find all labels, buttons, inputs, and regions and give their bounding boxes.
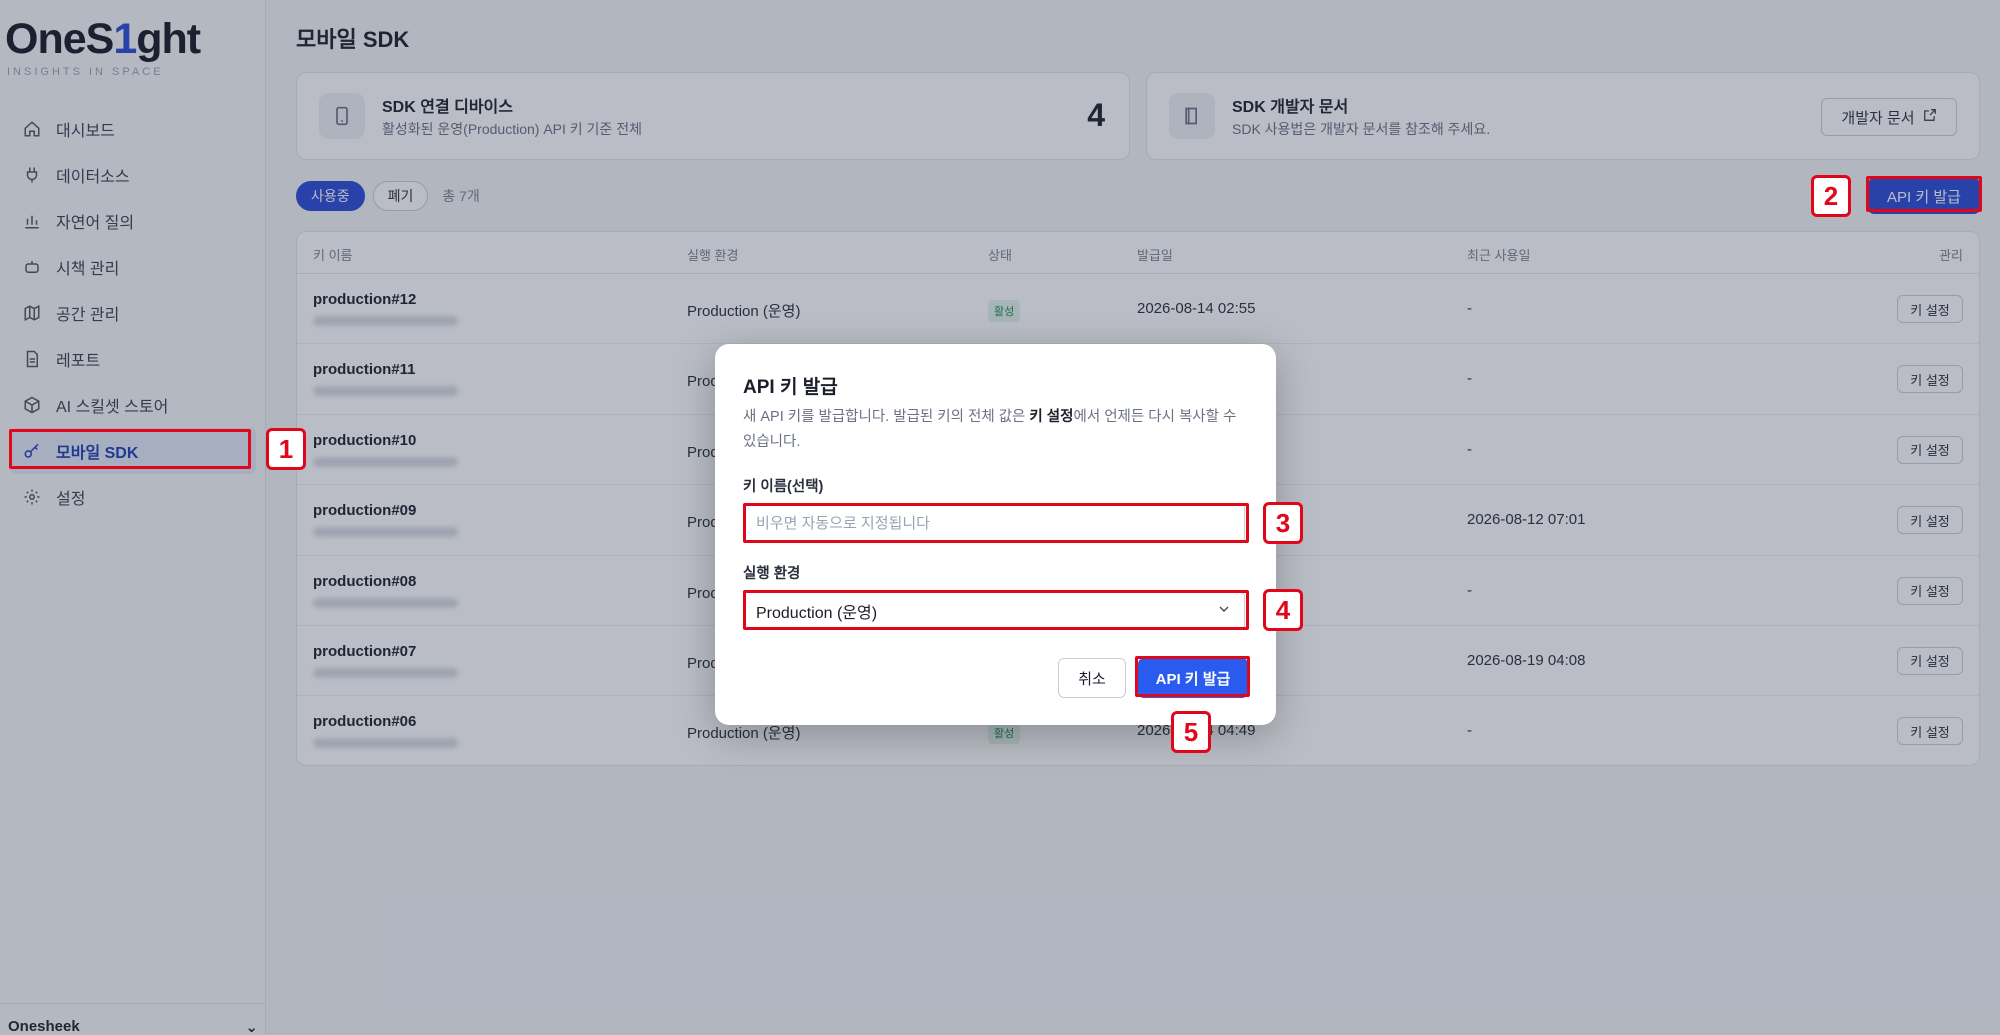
- env-select-value: Production (운영): [756, 605, 878, 622]
- chevron-down-icon: [1216, 601, 1232, 622]
- annotation-badge-2: 2: [1811, 175, 1851, 217]
- annotation-badge-3: 3: [1263, 502, 1303, 544]
- submit-issue-button[interactable]: API 키 발급: [1138, 658, 1248, 698]
- annotation-badge-1: 1: [266, 428, 306, 470]
- dialog-description: 새 API 키를 발급합니다. 발급된 키의 전체 값은 키 설정에서 언제든 …: [743, 405, 1248, 455]
- annotation-badge-4: 4: [1263, 589, 1303, 631]
- issue-key-dialog: API 키 발급 새 API 키를 발급합니다. 발급된 키의 전체 값은 키 …: [715, 344, 1276, 725]
- cancel-button[interactable]: 취소: [1058, 658, 1126, 698]
- dialog-desc-pre: 새 API 키를 발급합니다. 발급된 키의 전체 값은: [743, 409, 1030, 425]
- dialog-desc-bold: 키 설정: [1029, 409, 1074, 425]
- annotation-badge-5: 5: [1171, 711, 1211, 753]
- env-label: 실행 환경: [743, 566, 801, 582]
- dialog-title: API 키 발급: [743, 377, 838, 398]
- key-name-label: 키 이름(선택): [743, 479, 824, 495]
- env-select[interactable]: Production (운영): [743, 592, 1245, 630]
- key-name-input[interactable]: [743, 504, 1245, 542]
